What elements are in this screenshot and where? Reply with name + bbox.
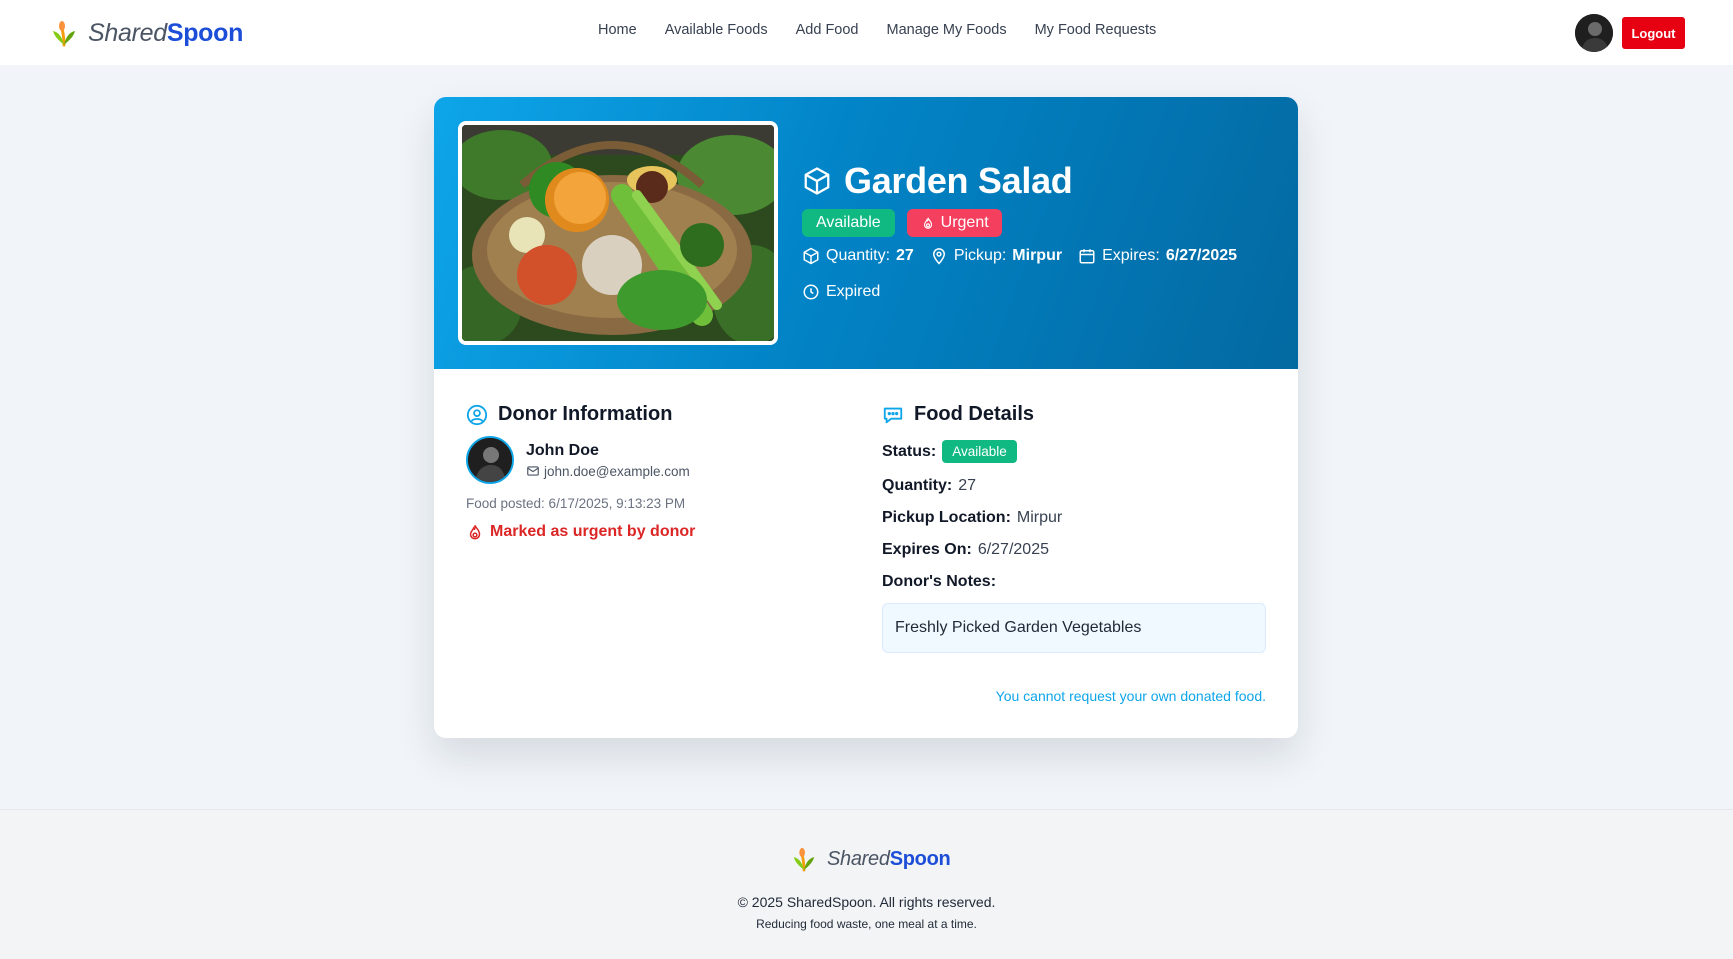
status-badges: Available Urgent bbox=[802, 209, 1237, 237]
urgent-note: Marked as urgent by donor bbox=[466, 523, 846, 541]
package-icon bbox=[803, 247, 819, 265]
quantity-meta-label: Quantity: bbox=[826, 247, 891, 264]
nav-add-food[interactable]: Add Food bbox=[796, 22, 859, 38]
detail-notes: Donor's Notes: bbox=[882, 573, 1266, 591]
food-image bbox=[458, 121, 778, 345]
main-nav: Home Available Foods Add Food Manage My … bbox=[598, 22, 1156, 38]
detail-quantity-value: 27 bbox=[958, 477, 977, 494]
flame-icon bbox=[469, 524, 481, 540]
sprout-logo-icon bbox=[53, 21, 75, 47]
clock-icon bbox=[803, 284, 819, 300]
cannot-request-message: You cannot request your own donated food… bbox=[995, 688, 1266, 704]
pickup-meta-value: Mirpur bbox=[1012, 247, 1063, 264]
quantity-meta: Quantity: 27 bbox=[802, 247, 914, 265]
food-summary: Garden Salad Available Urgent Quantity: … bbox=[802, 159, 1237, 301]
urgent-note-text: Marked as urgent by donor bbox=[490, 523, 696, 540]
details-section-title: Food Details bbox=[914, 403, 1035, 425]
available-badge: Available bbox=[802, 209, 895, 237]
detail-status: Status: Available bbox=[882, 440, 1266, 463]
chat-bubble-icon bbox=[883, 407, 903, 423]
user-avatar[interactable] bbox=[1575, 14, 1613, 52]
nav-my-food-requests[interactable]: My Food Requests bbox=[1035, 22, 1157, 38]
expires-meta: Expires: 6/27/2025 bbox=[1078, 247, 1237, 265]
flame-icon bbox=[923, 217, 932, 229]
status-badge: Available bbox=[942, 440, 1017, 463]
donor-name: John Doe bbox=[526, 441, 599, 459]
donor-section-heading: Donor Information bbox=[466, 403, 846, 426]
detail-pickup-value: Mirpur bbox=[1016, 509, 1063, 526]
navbar: SharedSpoon Home Available Foods Add Foo… bbox=[0, 0, 1733, 65]
logout-button[interactable]: Logout bbox=[1622, 17, 1685, 49]
detail-status-label: Status: bbox=[882, 442, 937, 460]
food-title-row: Garden Salad bbox=[802, 159, 1237, 203]
map-pin-icon bbox=[932, 248, 945, 265]
donor-profile: John Doe john.doe@example.com bbox=[466, 436, 846, 484]
detail-pickup: Pickup Location: Mirpur bbox=[882, 509, 1266, 527]
user-circle-icon bbox=[466, 404, 488, 425]
package-icon bbox=[804, 167, 830, 195]
quantity-meta-value: 27 bbox=[896, 247, 914, 264]
donor-section-title: Donor Information bbox=[498, 403, 673, 425]
nav-available-foods[interactable]: Available Foods bbox=[665, 22, 768, 38]
sprout-logo-icon bbox=[793, 847, 815, 872]
detail-expires-label: Expires On: bbox=[882, 541, 972, 558]
pickup-meta: Pickup: Mirpur bbox=[930, 247, 1062, 265]
food-title: Garden Salad bbox=[844, 160, 1073, 201]
donor-email: john.doe@example.com bbox=[544, 463, 690, 479]
donor-avatar bbox=[466, 436, 514, 484]
expires-meta-label: Expires: bbox=[1102, 247, 1160, 264]
donor-email-row: john.doe@example.com bbox=[526, 464, 690, 479]
expires-meta-value: 6/27/2025 bbox=[1165, 247, 1238, 264]
footer-brand-name: SharedSpoon bbox=[827, 847, 951, 870]
detail-expires: Expires On: 6/27/2025 bbox=[882, 541, 1266, 559]
details-section-heading: Food Details bbox=[882, 403, 1266, 426]
brand-name: SharedSpoon bbox=[88, 18, 244, 47]
expired-text: Expired bbox=[826, 283, 881, 300]
donor-information: Donor Information John Doe john.doe@exam… bbox=[466, 403, 846, 541]
food-detail-card: Garden Salad Available Urgent Quantity: … bbox=[434, 97, 1298, 738]
footer-tagline: Reducing food waste, one meal at a time. bbox=[756, 917, 977, 931]
urgent-badge-label: Urgent bbox=[940, 214, 989, 231]
mail-icon bbox=[527, 466, 539, 476]
urgent-badge: Urgent bbox=[906, 209, 1002, 237]
detail-expires-value: 6/27/2025 bbox=[977, 541, 1049, 558]
calendar-icon bbox=[1079, 249, 1095, 264]
nav-home[interactable]: Home bbox=[598, 22, 637, 38]
detail-pickup-label: Pickup Location: bbox=[882, 509, 1011, 526]
brand-logo[interactable]: SharedSpoon bbox=[50, 16, 243, 50]
food-posted-date: Food posted: 6/17/2025, 9:13:23 PM bbox=[466, 496, 686, 511]
food-meta-row: Quantity: 27 Pickup: Mirpur Expires: 6/2… bbox=[802, 247, 1237, 265]
expired-status: Expired bbox=[802, 283, 1237, 301]
footer: SharedSpoon © 2025 SharedSpoon. All righ… bbox=[0, 809, 1733, 959]
nav-manage-my-foods[interactable]: Manage My Foods bbox=[887, 22, 1007, 38]
food-hero: Garden Salad Available Urgent Quantity: … bbox=[434, 97, 1298, 369]
detail-quantity: Quantity: 27 bbox=[882, 477, 1266, 495]
footer-brand-logo[interactable]: SharedSpoon bbox=[791, 846, 951, 872]
footer-copyright: © 2025 SharedSpoon. All rights reserved. bbox=[737, 894, 996, 910]
detail-quantity-label: Quantity: bbox=[882, 477, 953, 494]
donor-notes-box: Freshly Picked Garden Vegetables bbox=[882, 603, 1266, 653]
food-details: Food Details Status: Available Quantity:… bbox=[882, 403, 1266, 653]
pickup-meta-label: Pickup: bbox=[953, 247, 1007, 264]
detail-notes-label: Donor's Notes: bbox=[882, 573, 997, 590]
